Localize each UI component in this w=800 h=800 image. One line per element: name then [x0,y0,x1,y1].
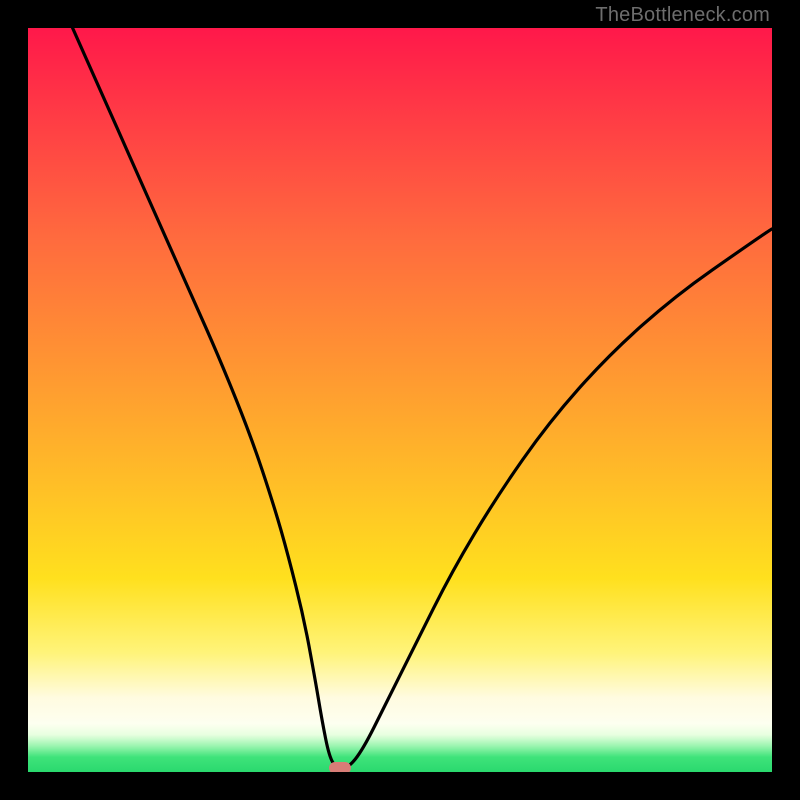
plot-area [28,28,772,772]
chart-frame: TheBottleneck.com [0,0,800,800]
curve-layer [28,28,772,772]
bottleneck-curve [73,28,772,768]
attribution-text: TheBottleneck.com [595,4,770,27]
optimum-marker [329,762,351,772]
